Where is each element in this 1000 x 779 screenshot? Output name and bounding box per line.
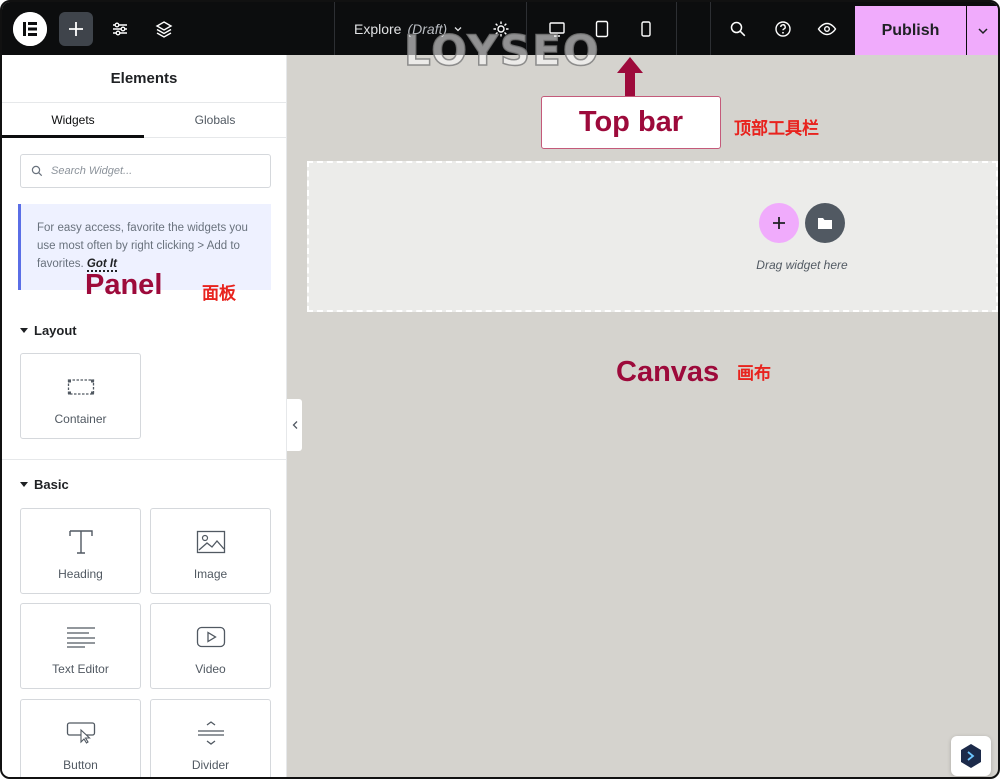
chevron-left-icon: [292, 421, 297, 429]
help-circle-icon: [775, 21, 791, 37]
publish-button[interactable]: Publish: [855, 6, 966, 55]
heading-icon: [67, 527, 95, 557]
help-button[interactable]: [766, 12, 800, 46]
sliders-icon: [113, 22, 127, 35]
add-section-button[interactable]: [759, 203, 799, 243]
tab-globals[interactable]: Globals: [144, 103, 286, 137]
search-widget-field[interactable]: [20, 154, 271, 188]
site-settings-button[interactable]: [103, 12, 137, 46]
search-icon: [31, 165, 43, 177]
elementor-logo-icon[interactable]: [13, 11, 47, 46]
annotation-top-bar-label: Top bar: [541, 96, 721, 149]
mobile-icon: [641, 21, 651, 37]
annotation-panel-label-cn: 面板: [202, 284, 236, 304]
widget-label: Text Editor: [52, 662, 109, 676]
publish-options-button[interactable]: [967, 6, 998, 55]
search-icon: [730, 21, 746, 37]
caret-down-icon: [20, 328, 28, 333]
top-bar-divider: [334, 2, 335, 55]
annotation-arrow-up-icon: [617, 57, 643, 97]
widget-text-editor[interactable]: Text Editor: [20, 603, 141, 689]
eye-icon: [817, 22, 837, 36]
plus-icon: [69, 21, 83, 36]
top-bar-divider: [710, 2, 711, 55]
widget-video[interactable]: Video: [150, 603, 271, 689]
widget-container[interactable]: Container: [20, 353, 141, 439]
elements-panel: Elements Widgets Globals For easy access…: [2, 55, 287, 777]
widget-label: Video: [195, 662, 226, 676]
section-title: Layout: [34, 323, 77, 338]
mobile-view-button[interactable]: [629, 12, 663, 46]
top-bar-left-group: [2, 2, 191, 55]
image-icon: [196, 527, 226, 557]
structure-button[interactable]: [147, 12, 181, 46]
chevron-down-icon: [977, 27, 988, 34]
canvas-drop-zone[interactable]: [307, 161, 998, 312]
annotation-panel-label: Panel: [85, 269, 163, 301]
section-divider: [2, 459, 286, 460]
widget-button[interactable]: Button: [20, 699, 141, 777]
divider-icon: [196, 718, 226, 748]
container-icon: [67, 372, 95, 402]
finder-button[interactable]: [721, 12, 755, 46]
caret-down-icon: [20, 482, 28, 487]
panel-title: Elements: [2, 55, 286, 103]
widget-label: Heading: [58, 567, 103, 581]
annotation-canvas-label: Canvas: [616, 356, 720, 388]
assistant-icon: [961, 744, 981, 768]
annotation-canvas-label-cn: 画布: [737, 364, 771, 384]
editor-window: Explore (Draft) Publish Elements Widgets…: [0, 0, 1000, 779]
top-bar-divider: [676, 2, 677, 55]
section-toggle-basic[interactable]: Basic: [20, 477, 69, 492]
folder-icon: [818, 218, 832, 229]
section-title: Basic: [34, 477, 69, 492]
watermark-text: LOYSEO: [403, 25, 601, 76]
section-toggle-layout[interactable]: Layout: [20, 323, 77, 338]
panel-tabs: Widgets Globals: [2, 103, 286, 138]
assistant-button[interactable]: [951, 736, 991, 776]
preview-button[interactable]: [810, 12, 844, 46]
widget-label: Divider: [191, 758, 230, 772]
document-name: Explore: [354, 20, 402, 37]
widget-image[interactable]: Image: [150, 508, 271, 594]
add-element-button[interactable]: [59, 11, 93, 46]
text-editor-icon: [66, 622, 96, 652]
widget-label: Image: [193, 567, 228, 581]
panel-collapse-button[interactable]: [287, 399, 302, 451]
drop-hint-text: Drag widget here: [756, 258, 848, 272]
layers-icon: [155, 20, 173, 38]
widget-heading[interactable]: Heading: [20, 508, 141, 594]
widget-label: Button: [63, 758, 98, 772]
tip-text: For easy access, favorite the widgets yo…: [37, 222, 248, 270]
tab-widgets[interactable]: Widgets: [2, 103, 144, 138]
plus-icon: [773, 217, 785, 229]
add-template-button[interactable]: [805, 203, 845, 243]
search-widget-input[interactable]: [51, 165, 251, 177]
annotation-top-bar-label-cn: 顶部工具栏: [734, 119, 819, 139]
widget-label: Container: [54, 412, 107, 426]
button-icon: [66, 718, 96, 748]
video-icon: [196, 622, 226, 652]
widget-divider[interactable]: Divider: [150, 699, 271, 777]
